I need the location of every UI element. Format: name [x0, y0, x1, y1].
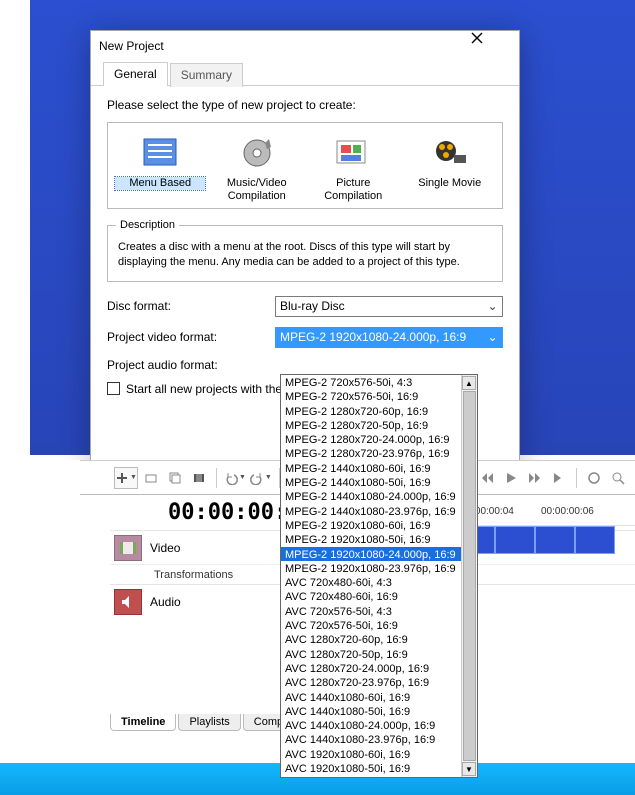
disc-format-label: Disc format:	[107, 299, 275, 313]
music-video-icon	[235, 133, 279, 173]
tab-general[interactable]: General	[103, 62, 168, 86]
scroll-down-button[interactable]: ▼	[462, 762, 476, 776]
toolbar-undo-button[interactable]: ▼	[223, 467, 247, 489]
dropdown-option[interactable]: AVC 720x576-50i, 16:9	[281, 618, 461, 632]
dropdown-option[interactable]: MPEG-2 720x576-50i, 16:9	[281, 389, 461, 403]
description-legend: Description	[116, 218, 179, 232]
titlebar: New Project	[91, 31, 519, 61]
toolbar-loop-button[interactable]	[583, 467, 605, 489]
toolbar-add-button[interactable]: ▼	[114, 467, 138, 489]
project-type-box: Menu Based Music/Video Compilation Pictu…	[107, 122, 503, 209]
tab-summary[interactable]: Summary	[170, 63, 243, 87]
dropdown-option[interactable]: AVC 1440x1080-23.976p, 16:9	[281, 732, 461, 746]
video-track-label: Video	[150, 541, 180, 555]
checkbox-label: Start all new projects with the	[126, 382, 282, 396]
toolbar-copy-button[interactable]	[164, 467, 186, 489]
dropdown-option[interactable]: MPEG-2 1280x720-50p, 16:9	[281, 418, 461, 432]
dropdown-option[interactable]: AVC 720x576-50i, 4:3	[281, 604, 461, 618]
menu-based-icon	[138, 133, 182, 173]
clip-thumbnail[interactable]	[535, 526, 575, 554]
video-format-combo[interactable]: MPEG-2 1920x1080-24.000p, 16:9 ⌄	[275, 327, 503, 348]
dropdown-option[interactable]: MPEG-2 1920x1080-24.000p, 16:9	[281, 547, 461, 561]
bottom-tabs: Timeline Playlists Compila	[110, 714, 307, 731]
chevron-down-icon: ⌄	[485, 299, 500, 313]
dropdown-list[interactable]: MPEG-2 720x576-50i, 4:3MPEG-2 720x576-50…	[281, 375, 461, 777]
close-button[interactable]	[471, 32, 511, 60]
video-format-value: MPEG-2 1920x1080-24.000p, 16:9	[280, 330, 466, 344]
dropdown-option[interactable]: MPEG-2 1280x720-23.976p, 16:9	[281, 446, 461, 460]
project-type-single-movie[interactable]: Single Movie	[405, 133, 495, 202]
dropdown-option[interactable]: AVC 1440x1080-60i, 16:9	[281, 690, 461, 704]
description-text: Creates a disc with a menu at the root. …	[118, 241, 460, 267]
disc-format-combo[interactable]: Blu-ray Disc ⌄	[275, 296, 503, 317]
clip-thumbnail[interactable]	[495, 526, 535, 554]
dropdown-option[interactable]: MPEG-2 1440x1080-23.976p, 16:9	[281, 504, 461, 518]
dropdown-option[interactable]: MPEG-2 1920x1080-50i, 16:9	[281, 532, 461, 546]
dropdown-option[interactable]: AVC 720x480-60i, 4:3	[281, 575, 461, 589]
audio-track-label: Audio	[150, 595, 181, 609]
project-type-label: Menu Based	[115, 177, 205, 190]
project-type-label: Single Movie	[405, 177, 495, 190]
start-defaults-checkbox[interactable]	[107, 382, 120, 395]
project-type-music-video[interactable]: Music/Video Compilation	[212, 133, 302, 202]
toolbar-skip-end-button[interactable]	[548, 467, 570, 489]
dropdown-option[interactable]: AVC 1280x720-50p, 16:9	[281, 647, 461, 661]
project-type-label: Picture Compilation	[308, 177, 398, 202]
toolbar-insert-button[interactable]	[140, 467, 162, 489]
dropdown-option[interactable]: AVC 1440x1080-50i, 16:9	[281, 704, 461, 718]
dropdown-option[interactable]: MPEG-2 1440x1080-60i, 16:9	[281, 461, 461, 475]
project-type-menu-based[interactable]: Menu Based	[115, 133, 205, 202]
scroll-up-button[interactable]: ▲	[462, 376, 476, 390]
disc-format-value: Blu-ray Disc	[280, 299, 345, 313]
video-track-icon	[114, 535, 142, 561]
clip-thumbnail[interactable]	[575, 526, 615, 554]
video-format-dropdown: MPEG-2 720x576-50i, 4:3MPEG-2 720x576-50…	[280, 374, 478, 778]
dropdown-option[interactable]: AVC 720x480-60i, 16:9	[281, 589, 461, 603]
dialog-title: New Project	[99, 39, 164, 53]
ruler-mark: 00:00:00:06	[535, 498, 615, 525]
dropdown-option[interactable]: MPEG-2 720x576-50i, 4:3	[281, 375, 461, 389]
toolbar-play-button[interactable]	[500, 467, 522, 489]
dropdown-option[interactable]: MPEG-2 1440x1080-50i, 16:9	[281, 475, 461, 489]
single-movie-icon	[428, 133, 472, 173]
dropdown-scrollbar[interactable]: ▲ ▼	[461, 375, 477, 777]
toolbar-zoom-button[interactable]	[607, 467, 629, 489]
audio-format-label: Project audio format:	[107, 358, 275, 372]
dropdown-option[interactable]: AVC 1280x720-23.976p, 16:9	[281, 675, 461, 689]
scroll-thumb[interactable]	[463, 391, 476, 761]
dropdown-option[interactable]: AVC 1280x720-60p, 16:9	[281, 632, 461, 646]
project-type-picture[interactable]: Picture Compilation	[308, 133, 398, 202]
timeline-thumbnails[interactable]	[455, 526, 635, 554]
tab-playlists[interactable]: Playlists	[178, 714, 240, 731]
picture-icon	[331, 133, 375, 173]
toolbar-rewind-button[interactable]	[476, 467, 498, 489]
project-type-label: Music/Video Compilation	[212, 177, 302, 202]
dropdown-option[interactable]: AVC 1920x1080-24.000p, 16:9	[281, 775, 461, 777]
tab-timeline[interactable]: Timeline	[110, 714, 176, 731]
instruction-text: Please select the type of new project to…	[107, 98, 503, 112]
dropdown-option[interactable]: MPEG-2 1920x1080-23.976p, 16:9	[281, 561, 461, 575]
toolbar-redo-button[interactable]: ▼	[249, 467, 273, 489]
dropdown-option[interactable]: AVC 1280x720-24.000p, 16:9	[281, 661, 461, 675]
toolbar-forward-button[interactable]	[524, 467, 546, 489]
dropdown-option[interactable]: AVC 1920x1080-50i, 16:9	[281, 761, 461, 775]
dropdown-option[interactable]: MPEG-2 1920x1080-60i, 16:9	[281, 518, 461, 532]
timeline-ruler[interactable]: 00:00:00:04 00:00:00:06	[455, 498, 635, 526]
chevron-down-icon: ⌄	[485, 330, 500, 344]
description-box: Description Creates a disc with a menu a…	[107, 225, 503, 282]
dropdown-option[interactable]: MPEG-2 1280x720-60p, 16:9	[281, 404, 461, 418]
audio-track-icon	[114, 589, 142, 615]
video-format-label: Project video format:	[107, 330, 275, 344]
dropdown-option[interactable]: AVC 1440x1080-24.000p, 16:9	[281, 718, 461, 732]
timeline-ruler-area: 00:00:00:04 00:00:00:06	[455, 498, 635, 554]
dialog-tabs: General Summary	[91, 61, 519, 86]
dropdown-option[interactable]: MPEG-2 1280x720-24.000p, 16:9	[281, 432, 461, 446]
dropdown-option[interactable]: MPEG-2 1440x1080-24.000p, 16:9	[281, 489, 461, 503]
dropdown-option[interactable]: AVC 1920x1080-60i, 16:9	[281, 747, 461, 761]
toolbar-film-button[interactable]	[188, 467, 210, 489]
